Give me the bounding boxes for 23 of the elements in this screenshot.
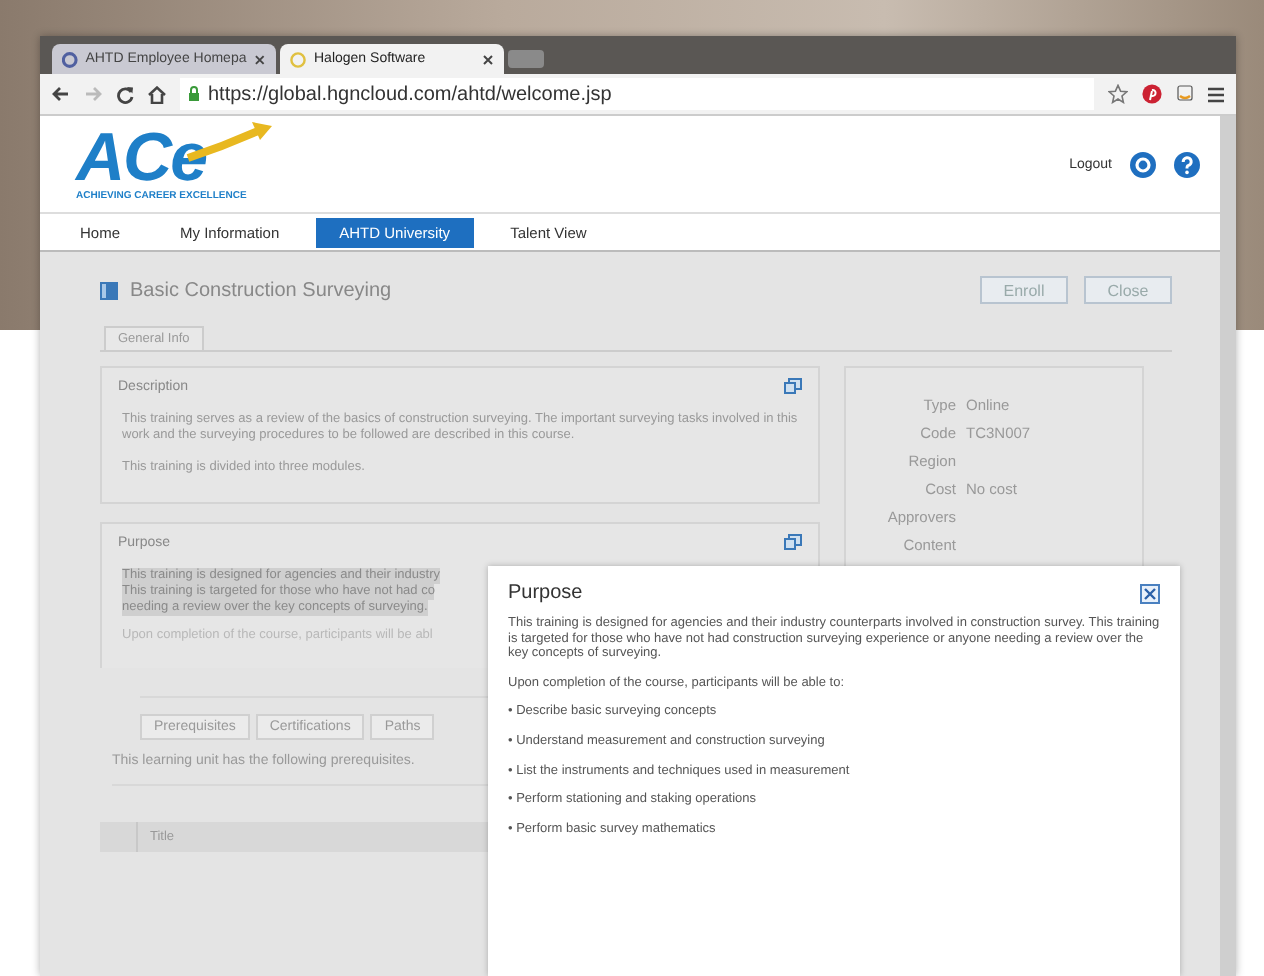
logo[interactable]: ACe	[76, 126, 207, 190]
popout-icon[interactable]	[784, 378, 802, 394]
book-icon	[100, 281, 118, 299]
dialog-title: Purpose	[508, 582, 583, 604]
settings-icon[interactable]	[1130, 151, 1156, 177]
page-icon	[62, 51, 78, 67]
scrollbar[interactable]	[1220, 116, 1236, 976]
star-icon[interactable]	[1108, 84, 1128, 104]
help-icon[interactable]	[1174, 151, 1200, 177]
popout-icon[interactable]	[784, 534, 802, 550]
close-icon[interactable]	[254, 53, 266, 65]
home-icon[interactable]	[148, 85, 166, 103]
lock-icon	[188, 86, 200, 102]
back-icon[interactable]	[52, 86, 70, 102]
course-title: Basic Construction Surveying	[130, 279, 392, 301]
page-icon	[290, 51, 306, 67]
address-field[interactable]: https://global.hgncloud.com/ahtd/welcome.jsp	[180, 78, 1094, 110]
reload-icon[interactable]	[116, 85, 134, 103]
close-icon[interactable]	[482, 53, 494, 65]
menu-icon[interactable]	[1208, 85, 1224, 103]
close-icon[interactable]	[1140, 583, 1160, 603]
extension-icon[interactable]	[1176, 84, 1194, 104]
pin-icon[interactable]	[1142, 84, 1162, 104]
